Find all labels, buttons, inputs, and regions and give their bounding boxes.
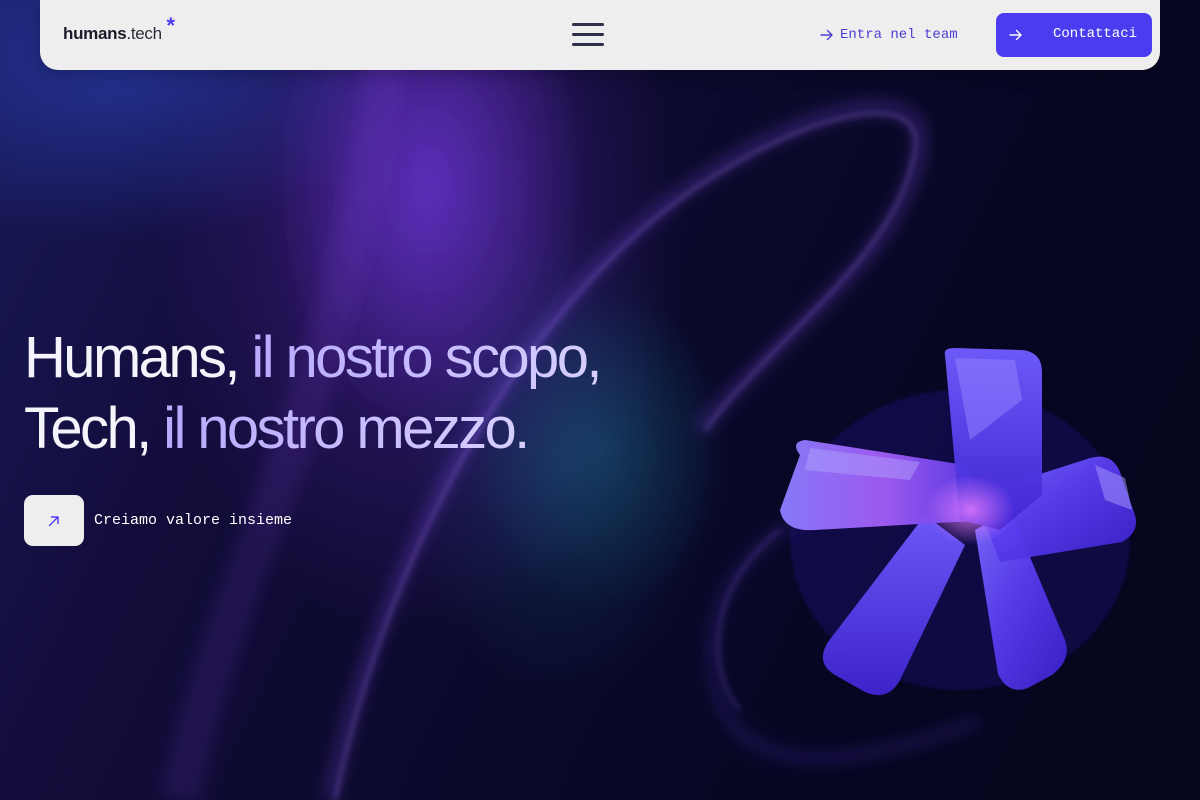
contact-button-label: Contattaci <box>1053 26 1138 42</box>
brand-logo[interactable]: humans.tech * <box>63 15 175 44</box>
top-navbar: humans.tech * Entra nel team Contattaci <box>40 0 1160 70</box>
arrow-right-icon <box>1009 29 1022 41</box>
logo-text-bold: humans <box>63 24 127 43</box>
arrow-up-right-icon <box>48 515 59 526</box>
arrow-right-icon <box>820 29 833 41</box>
hero-headline-line-2: Tech, il nostro mezzo. <box>24 393 600 464</box>
menu-line <box>572 43 604 46</box>
hero-headline-line-1: Humans, il nostro scopo, <box>24 322 602 393</box>
headline-line-1-white: Humans, <box>24 325 240 390</box>
logo-text-light: tech <box>130 24 162 43</box>
menu-line <box>572 33 604 36</box>
cta-arrow-button[interactable] <box>24 495 84 546</box>
headline-line-2-white: Tech, <box>24 396 152 461</box>
3d-asterisk-graphic <box>780 348 1137 696</box>
hero-headline: Humans, il nostro scopo, Tech, il nostro… <box>24 322 602 464</box>
page: humans.tech * Entra nel team Contattaci … <box>0 0 1200 800</box>
logo-asterisk-icon: * <box>166 13 176 38</box>
headline-line-1-accent: il nostro scopo, <box>237 325 602 390</box>
join-team-label: Entra nel team <box>840 27 958 43</box>
join-team-link[interactable]: Entra nel team <box>820 24 958 46</box>
hamburger-menu-icon[interactable] <box>570 20 606 50</box>
cta-label[interactable]: Creiamo valore insieme <box>94 512 292 529</box>
headline-line-2-accent: il nostro mezzo. <box>149 396 530 461</box>
menu-line <box>572 23 604 26</box>
contact-button[interactable]: Contattaci <box>996 13 1152 57</box>
hero-cta: Creiamo valore insieme <box>24 495 292 546</box>
